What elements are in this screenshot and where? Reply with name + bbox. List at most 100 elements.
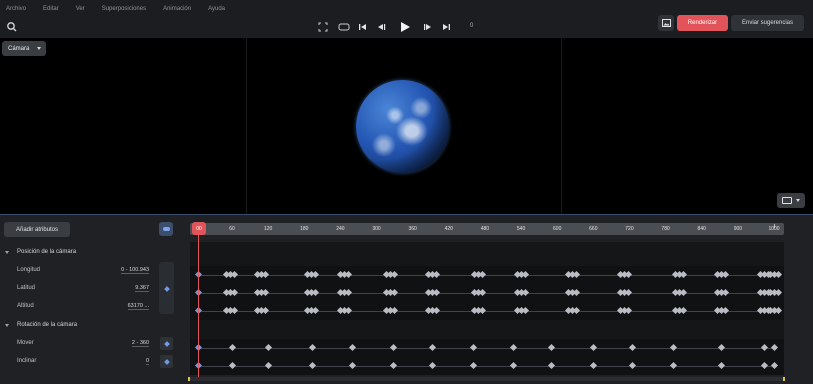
keyframe-marker[interactable] <box>348 361 356 370</box>
add-keyframe-button[interactable] <box>160 282 173 295</box>
menu-ver[interactable]: Ver <box>76 6 85 12</box>
keyframe-marker[interactable] <box>389 343 397 352</box>
row-label-altitude: Altitud <box>17 303 34 309</box>
add-attributes-button[interactable]: Añadir atributos <box>4 222 70 237</box>
frame-counter: 0 <box>470 23 474 29</box>
keyframe-marker[interactable] <box>228 361 236 370</box>
menu-ayuda[interactable]: Ayuda <box>208 6 225 12</box>
keyframe-lane[interactable] <box>190 302 784 320</box>
ruler-tick-label: 300 <box>372 226 381 232</box>
ruler-tick-label: 60 <box>229 226 235 232</box>
keyframe-diamond-icon <box>163 358 170 365</box>
camera-dropdown-label: Cámara <box>8 45 30 52</box>
row-value-altitude[interactable]: 63170 ... <box>127 303 149 310</box>
menu-animacion[interactable]: Animación <box>163 6 191 12</box>
keyframe-marker[interactable] <box>760 361 768 370</box>
add-keyframe-button[interactable] <box>160 337 173 350</box>
row-value-longitude[interactable]: 0 - 100.943 <box>121 267 149 274</box>
lane-line <box>198 310 776 312</box>
keyframe-marker[interactable] <box>509 343 517 352</box>
render-button[interactable]: Renderizar <box>677 15 728 31</box>
ruler-tick-label: 240 <box>336 226 345 232</box>
ruler-tick-label: 540 <box>516 226 526 232</box>
keyframe-marker[interactable] <box>717 361 725 370</box>
image-export-button[interactable] <box>658 15 674 31</box>
ruler-tick-label: 1000 <box>768 226 780 232</box>
keyframe-marker[interactable] <box>428 343 436 352</box>
menu-archivo[interactable]: Archivo <box>6 6 26 12</box>
row-value-latitude[interactable]: 9.367 <box>135 285 149 292</box>
search-icon[interactable] <box>6 21 18 33</box>
image-icon <box>661 19 671 27</box>
lane-line <box>198 292 776 294</box>
keyframe-marker[interactable] <box>264 343 272 352</box>
keyframe-marker[interactable] <box>469 361 477 370</box>
keyframe-marker[interactable] <box>348 343 356 352</box>
keyframe-marker[interactable] <box>389 361 397 370</box>
keyframe-marker[interactable] <box>264 361 272 370</box>
timeline-scrollbar[interactable] <box>188 377 785 381</box>
link-icon <box>162 227 170 231</box>
keyframe-marker[interactable] <box>628 361 636 370</box>
collapse-caret-icon[interactable] <box>5 251 9 254</box>
chevron-down-icon <box>37 47 41 50</box>
scroll-handle-end[interactable] <box>783 377 785 381</box>
send-feedback-button[interactable]: Enviar sugerencias <box>731 15 804 31</box>
keyframe-lane[interactable] <box>190 266 784 284</box>
row-value-tilt[interactable]: 0 <box>145 358 149 365</box>
skip-end-icon[interactable] <box>442 22 451 32</box>
ruler-tick-label: 660 <box>589 226 598 232</box>
prev-keyframe-icon[interactable] <box>377 22 386 32</box>
keyframe-marker[interactable] <box>308 361 316 370</box>
keyframe-marker[interactable] <box>228 343 236 352</box>
keyframe-lane[interactable] <box>190 339 784 357</box>
keyframe-marker[interactable] <box>770 343 778 352</box>
keyframe-marker[interactable] <box>760 343 768 352</box>
fullscreen-icon[interactable] <box>318 22 328 32</box>
keyframe-lane[interactable] <box>190 284 784 302</box>
lane-line <box>198 274 776 276</box>
loop-icon[interactable] <box>338 22 350 32</box>
play-icon[interactable] <box>399 21 411 33</box>
scroll-handle-start[interactable] <box>188 377 190 381</box>
playhead-line <box>198 235 199 380</box>
keyframe-diamond-icon <box>163 285 170 292</box>
keyframe-tracks[interactable] <box>190 242 784 375</box>
row-value-pan[interactable]: 2 - 360 <box>131 340 149 347</box>
keyframe-marker[interactable] <box>428 361 436 370</box>
skip-start-icon[interactable] <box>358 22 367 32</box>
keyframe-marker[interactable] <box>770 361 778 370</box>
playhead-handle[interactable]: 00 <box>192 222 206 235</box>
next-keyframe-icon[interactable] <box>423 22 432 32</box>
camera-dropdown[interactable]: Cámara <box>2 41 46 56</box>
keyframe-marker[interactable] <box>469 343 477 352</box>
keyframe-marker[interactable] <box>589 361 597 370</box>
aspect-ratio-dropdown[interactable] <box>777 193 805 208</box>
keyframe-marker[interactable] <box>628 343 636 352</box>
viewport-guide-line <box>246 38 247 214</box>
keyframe-marker[interactable] <box>509 361 517 370</box>
ruler-tick-label: 900 <box>733 226 743 232</box>
viewport[interactable]: Cámara <box>0 38 813 214</box>
timeline-ruler[interactable]: 60 120 180 240 300 360 420 480 540 600 660 720 780 84… <box>190 223 784 235</box>
menu-superposiciones[interactable]: Superposiciones <box>102 6 146 12</box>
keyframe-marker[interactable] <box>669 343 677 352</box>
keyframe-marker[interactable] <box>547 343 555 352</box>
keyframe-marker[interactable] <box>717 343 725 352</box>
keyframe-diamond-icon <box>163 340 170 347</box>
keyframe-marker[interactable] <box>547 361 555 370</box>
menu-editar[interactable]: Editar <box>43 6 59 12</box>
keyframe-marker[interactable] <box>669 361 677 370</box>
add-keyframe-button[interactable] <box>160 355 173 368</box>
keyframe-lane[interactable] <box>190 357 784 375</box>
group-label-camera-position: Posición de la cámara <box>17 249 77 255</box>
keyframe-marker[interactable] <box>308 343 316 352</box>
row-label-latitude: Latitud <box>17 285 36 291</box>
timeline-panel: Añadir atributos 60 120 180 240 300 360 420 480… <box>0 214 813 384</box>
link-toggle-button[interactable] <box>159 222 173 236</box>
aspect-ratio-icon <box>782 197 792 204</box>
keyframe-marker[interactable] <box>589 343 597 352</box>
row-label-pan: Mover <box>17 340 34 346</box>
ruler-tick-label: 180 <box>300 226 309 232</box>
collapse-caret-icon[interactable] <box>5 324 9 327</box>
